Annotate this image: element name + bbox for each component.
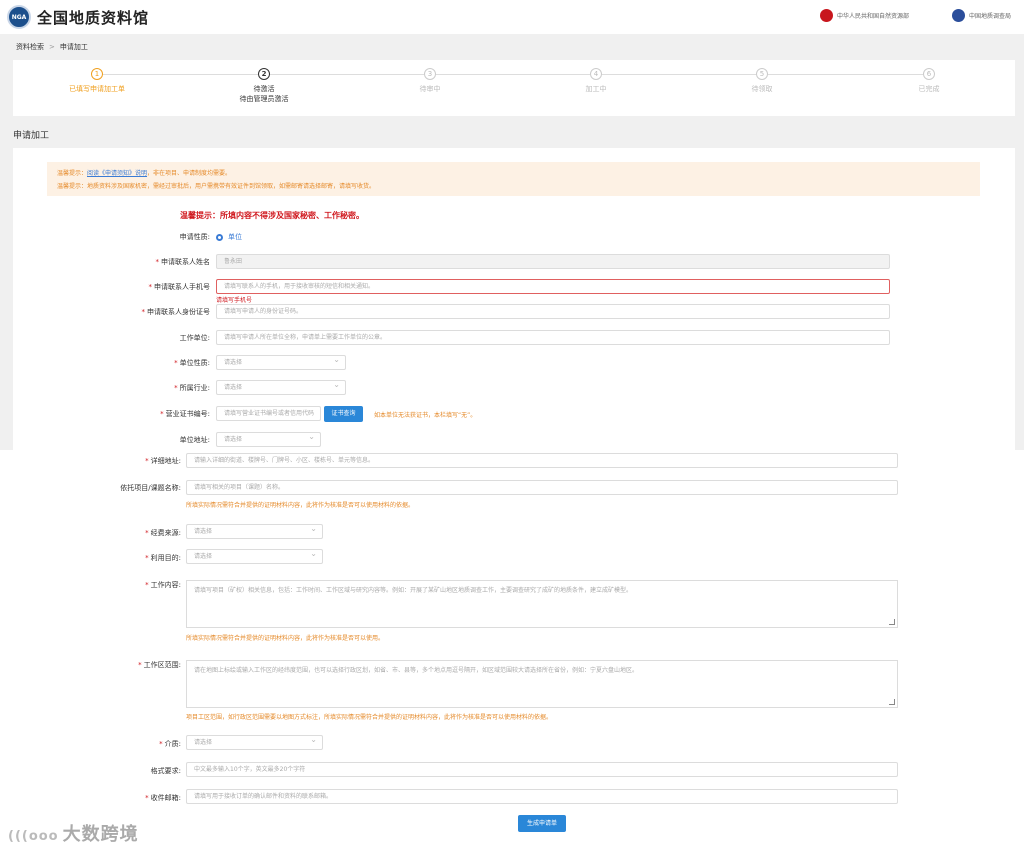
area-label: * 工作区范围: [138, 661, 181, 669]
work-content-textarea[interactable]: 请填写项目（矿权）相关信息，包括：工作时间、工作区域与研究内容等。例如：开展了某… [186, 580, 898, 628]
breadcrumb-item-search[interactable]: 资料检索 [16, 43, 44, 51]
unit-type-label: * 单位性质: [174, 359, 210, 367]
name-field[interactable]: 鲁永田 [216, 254, 890, 269]
license-label: * 营业证书编号: [160, 410, 210, 418]
step-5: 5 待领取 [751, 68, 773, 93]
address-label: 单位地址: [179, 436, 210, 444]
unit-field[interactable]: 请填写申请人所在单位全称，申请单上需要工作单位的公章。 [216, 330, 890, 345]
id-field[interactable]: 请填写申请人的身份证号码。 [216, 304, 890, 319]
cgs-link[interactable]: 中国地质调查局 [952, 9, 1011, 22]
project-hint: 所填实际情况需符合并提供的证明材料内容，此将作为核准是否可以使用材料的依据。 [186, 502, 415, 509]
content-label: * 工作内容: [145, 581, 181, 589]
email-field[interactable]: 请填写用于接收订单的确认邮件和资料的联系邮箱。 [186, 789, 898, 804]
step-3: 3 待审中 [419, 68, 441, 93]
industry-label: * 所属行业: [174, 384, 210, 392]
fund-source-select[interactable]: 请选择 [186, 524, 323, 539]
unit-type-select[interactable]: 请选择 [216, 355, 346, 370]
top-header: NGA 全国地质资料馆 中华人民共和国自然资源部 中国地质调查局 [0, 0, 1024, 34]
section-title: 申请加工 [13, 131, 50, 141]
warm-tip: 温馨提示：所填内容不得涉及国家秘密、工作秘密。 [180, 211, 364, 220]
national-emblem-icon [820, 9, 833, 22]
license-query-button[interactable]: 证书查询 [324, 406, 363, 422]
breadcrumb-separator: > [49, 43, 55, 51]
purpose-select[interactable]: 请选择 [186, 549, 323, 564]
detail-label: * 详细地址: [145, 457, 181, 465]
phone-error: 请填写手机号 [216, 297, 253, 304]
project-label: 依托项目/课题名称: [120, 484, 181, 492]
phone-field[interactable]: 请填写联系人的手机，用于接收审核的短信和相关通知。 [216, 279, 890, 294]
work-area-textarea[interactable]: 请在地图上标绘或输入工作区的经纬度范围，也可以选择行政区划，如省、市、县等，多个… [186, 660, 898, 708]
apply-notice-link[interactable]: 阅读《申请须知》说明 [87, 170, 147, 177]
mnr-link[interactable]: 中华人民共和国自然资源部 [820, 9, 909, 22]
address-select[interactable]: 请选择 [216, 432, 321, 447]
step-2: 2 待激活 待由管理员激活 [239, 68, 289, 103]
license-hint: 如本单位无法获证书，本栏填写“无”。 [374, 412, 477, 419]
name-label: * 申请联系人姓名 [155, 258, 211, 266]
apply-type-radio[interactable]: 单位 [216, 232, 242, 242]
breadcrumb: 资料检索 > 申请加工 [16, 42, 88, 52]
notice-line-2: 温馨提示：地质资料涉及国家机密，需经过审批后，用户需携带有效证件到馆领取，如需邮… [57, 183, 376, 190]
radio-dot-icon [216, 233, 223, 241]
notice-line-1: 温馨提示：阅读《申请须知》说明，非在项目、申请制度均需要。 [57, 170, 232, 177]
apply-type-label: 申请性质: [179, 233, 210, 241]
phone-label: * 申请联系人手机号 [148, 283, 211, 291]
step-4: 4 加工中 [585, 68, 607, 93]
media-select[interactable]: 请选择 [186, 735, 323, 750]
area-hint: 项目工区范围，如行政区范围需要以地图方式标注，所填实际情况需符合并提供的证明材料… [186, 714, 553, 721]
industry-select[interactable]: 请选择 [216, 380, 346, 395]
purpose-label: * 利用目的: [145, 554, 181, 562]
site-title[interactable]: 全国地质资料馆 [37, 7, 149, 28]
cgs-logo-icon [952, 9, 965, 22]
unit-label: 工作单位: [179, 334, 210, 342]
step-6: 6 已完成 [918, 68, 940, 93]
id-label: * 申请联系人身份证号 [141, 308, 211, 316]
detail-address-field[interactable]: 请输入详细的街道、楼牌号、门牌号、小区、楼栋号、单元等信息。 [186, 453, 898, 468]
content-hint: 所填实际情况需符合并提供的证明材料内容，此将作为核准是否可以使用。 [186, 635, 385, 642]
breadcrumb-item-current: 申请加工 [59, 43, 88, 51]
source-label: * 经费来源: [145, 529, 181, 537]
project-field[interactable]: 请填写相关的项目（课题）名称。 [186, 480, 898, 495]
notice-box: 温馨提示：阅读《申请须知》说明，非在项目、申请制度均需要。 温馨提示：地质资料涉… [47, 162, 980, 196]
format-field[interactable]: 中文最多输入10个字，英文最多20个字符 [186, 762, 898, 777]
progress-steps: 1 已填写申请加工单 2 待激活 待由管理员激活 3 待审中 4 加工中 5 待领取 6 已完… [13, 60, 1015, 116]
step-1: 1 已填写申请加工单 [69, 68, 125, 93]
format-label: 格式要求: [150, 767, 181, 775]
watermark: (((ooo 大数跨境 [8, 824, 139, 845]
watermark-logo: (((ooo [8, 829, 59, 844]
email-label: * 收件邮箱: [145, 794, 181, 802]
media-label: * 介质: [159, 740, 181, 748]
generate-order-button[interactable]: 生成申请单 [518, 815, 566, 832]
license-field[interactable]: 请填写营业证书编号或者信用代码 [216, 406, 321, 421]
site-logo[interactable]: NGA [7, 5, 31, 29]
